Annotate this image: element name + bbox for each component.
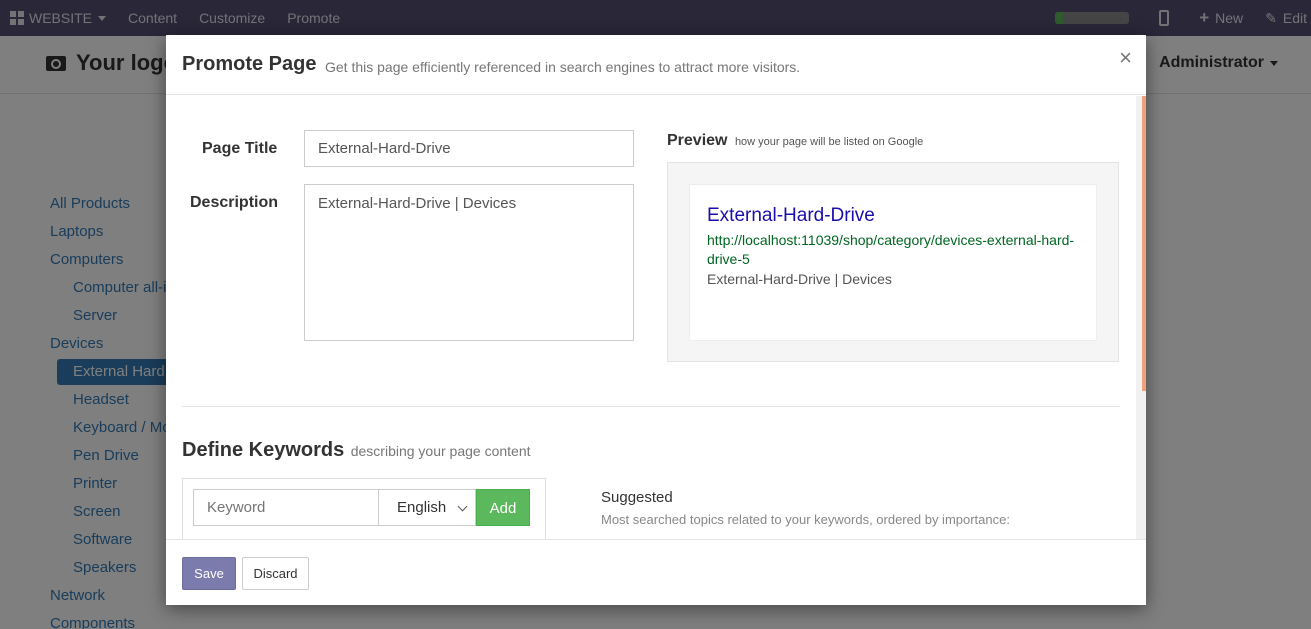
close-icon[interactable]: × [1119,45,1132,71]
dialog-body: Page Title Description External-Hard-Dri… [166,96,1146,539]
language-value: English [397,499,447,516]
scrollbar[interactable] [1136,96,1146,539]
dialog-header: Promote Page Get this page efficiently r… [166,35,1146,95]
dialog-title: Promote Page [182,53,317,75]
preview-subtitle: how your page will be listed on Google [734,136,924,148]
dialog-subtitle: Get this page efficiently referenced in … [325,59,801,75]
preview-title: Preview [667,132,728,149]
google-result-card: External-Hard-Drive http://localhost:110… [689,184,1097,341]
scrollbar-thumb[interactable] [1142,96,1146,391]
add-keyword-button[interactable]: Add [476,489,530,526]
chevron-down-icon [457,501,468,512]
google-result-title: External-Hard-Drive [707,205,875,226]
promote-page-dialog: Promote Page Get this page efficiently r… [166,35,1146,605]
keywords-title: Define Keywords [182,439,345,461]
suggested-subtitle: Most searched topics related to your key… [601,512,1010,527]
suggested-title: Suggested [601,489,673,506]
section-divider [182,406,1120,407]
google-result-description: External-Hard-Drive | Devices [707,271,892,287]
description-label: Description [190,194,279,211]
dialog-footer: Save Discard [166,539,1146,605]
description-textarea[interactable]: External-Hard-Drive | Devices [304,184,634,341]
keyword-entry-box: English Add [182,478,546,539]
discard-button[interactable]: Discard [242,557,309,590]
keywords-heading: Define Keywords describing your page con… [182,439,531,462]
page-title-label: Page Title [202,140,278,157]
keywords-subtitle: describing your page content [350,443,531,459]
save-button[interactable]: Save [182,557,236,590]
page-title-input[interactable] [304,130,634,167]
language-select[interactable]: English [378,489,476,526]
preview-heading: Preview how your page will be listed on … [667,132,923,150]
keyword-input[interactable] [193,489,379,526]
google-result-url: http://localhost:11039/shop/category/dev… [707,232,1075,267]
google-preview-panel: External-Hard-Drive http://localhost:110… [667,162,1119,362]
